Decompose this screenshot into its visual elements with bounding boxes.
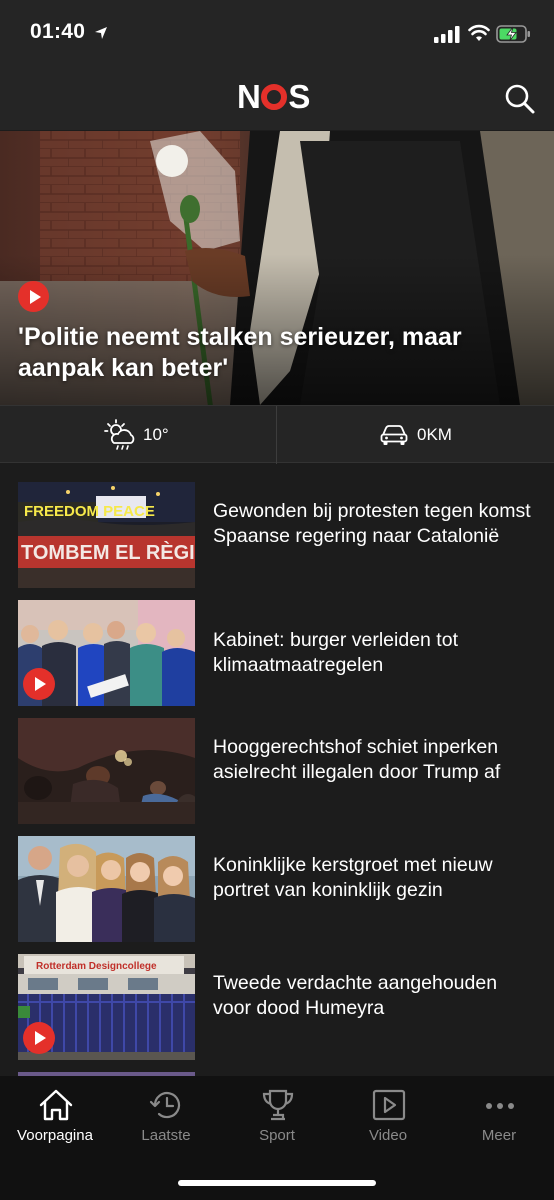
video-play-icon (23, 668, 55, 700)
svg-text:Rotterdam Designcollege: Rotterdam Designcollege (36, 961, 157, 972)
article-thumbnail (18, 600, 195, 706)
article-item[interactable]: Rotterdam Designcollege Tweede verdachte… (0, 954, 554, 1072)
info-bar: 10° 0KM (0, 405, 554, 464)
location-arrow-icon (95, 27, 107, 39)
home-icon (39, 1089, 73, 1121)
article-title: Kabinet: burger verleiden tot klimaatmaa… (213, 629, 458, 676)
wifi-icon (468, 24, 490, 41)
tab-laatste[interactable]: Laatste (111, 1076, 221, 1156)
tab-label: Meer (481, 1127, 517, 1144)
status-bar: 01:40 (0, 0, 554, 66)
logo-letter-n: N (237, 78, 261, 115)
article-title: Gewonden bij protesten tegen komst Spaan… (213, 500, 531, 547)
search-icon[interactable] (500, 80, 540, 120)
video-icon (372, 1089, 406, 1121)
tab-video[interactable]: Video (333, 1076, 443, 1156)
article-thumbnail: FREEDOM PEACE TOMBEM EL RÈGIM (18, 482, 195, 588)
article-thumbnail (18, 718, 195, 824)
svg-text:TOMBEM EL RÈGIM: TOMBEM EL RÈGIM (21, 541, 195, 564)
cellular-signal-icon (434, 26, 460, 43)
info-bar-divider (276, 406, 277, 464)
article-item[interactable]: Koninklijke kerstgroet met nieuw portret… (0, 836, 554, 954)
hero-title[interactable]: 'Politie neemt stalken serieuzer, maar a… (18, 322, 538, 384)
article-thumbnail: Rotterdam Designcollege (18, 954, 195, 1060)
logo-letter-o (261, 84, 288, 110)
tab-voorpagina[interactable]: Voorpagina (0, 1076, 110, 1156)
car-icon (380, 425, 408, 445)
tab-label: Voorpagina (17, 1127, 93, 1144)
home-indicator[interactable] (178, 1180, 376, 1186)
more-icon (486, 1103, 514, 1109)
svg-text:FREEDOM PEACE: FREEDOM PEACE (24, 503, 155, 520)
nos-logo[interactable]: NS (237, 80, 310, 114)
traffic-km: 0KM (417, 425, 452, 444)
partly-cloudy-rain-icon (104, 419, 135, 450)
tab-label: Video (368, 1127, 408, 1144)
article-title: Hooggerechtshof schiet inperken asielrec… (213, 736, 501, 783)
weather-temperature: 10° (143, 425, 169, 444)
tab-label: Sport (259, 1127, 295, 1144)
battery-charging-icon (496, 25, 530, 43)
clock-icon (149, 1092, 181, 1119)
app-header: NS (0, 66, 554, 130)
article-item[interactable]: Hooggerechtshof schiet inperken asielrec… (0, 718, 554, 836)
tab-meer[interactable]: Meer (444, 1076, 554, 1156)
trophy-icon (262, 1089, 294, 1121)
article-item[interactable]: FREEDOM PEACE TOMBEM EL RÈGIM Gewonden b… (0, 482, 554, 600)
article-title: Koninklijke kerstgroet met nieuw portret… (213, 854, 493, 901)
tab-label: Laatste (141, 1127, 191, 1144)
logo-letter-s: S (288, 78, 310, 115)
hero-video-play-icon (18, 281, 49, 312)
article-thumbnail (18, 836, 195, 942)
status-time: 01:40 (30, 20, 86, 43)
tab-sport[interactable]: Sport (222, 1076, 332, 1156)
article-item[interactable]: Kabinet: burger verleiden tot klimaatmaa… (0, 600, 554, 718)
video-play-icon (23, 1022, 55, 1054)
article-title: Tweede verdachte aangehouden voor dood H… (213, 972, 498, 1019)
